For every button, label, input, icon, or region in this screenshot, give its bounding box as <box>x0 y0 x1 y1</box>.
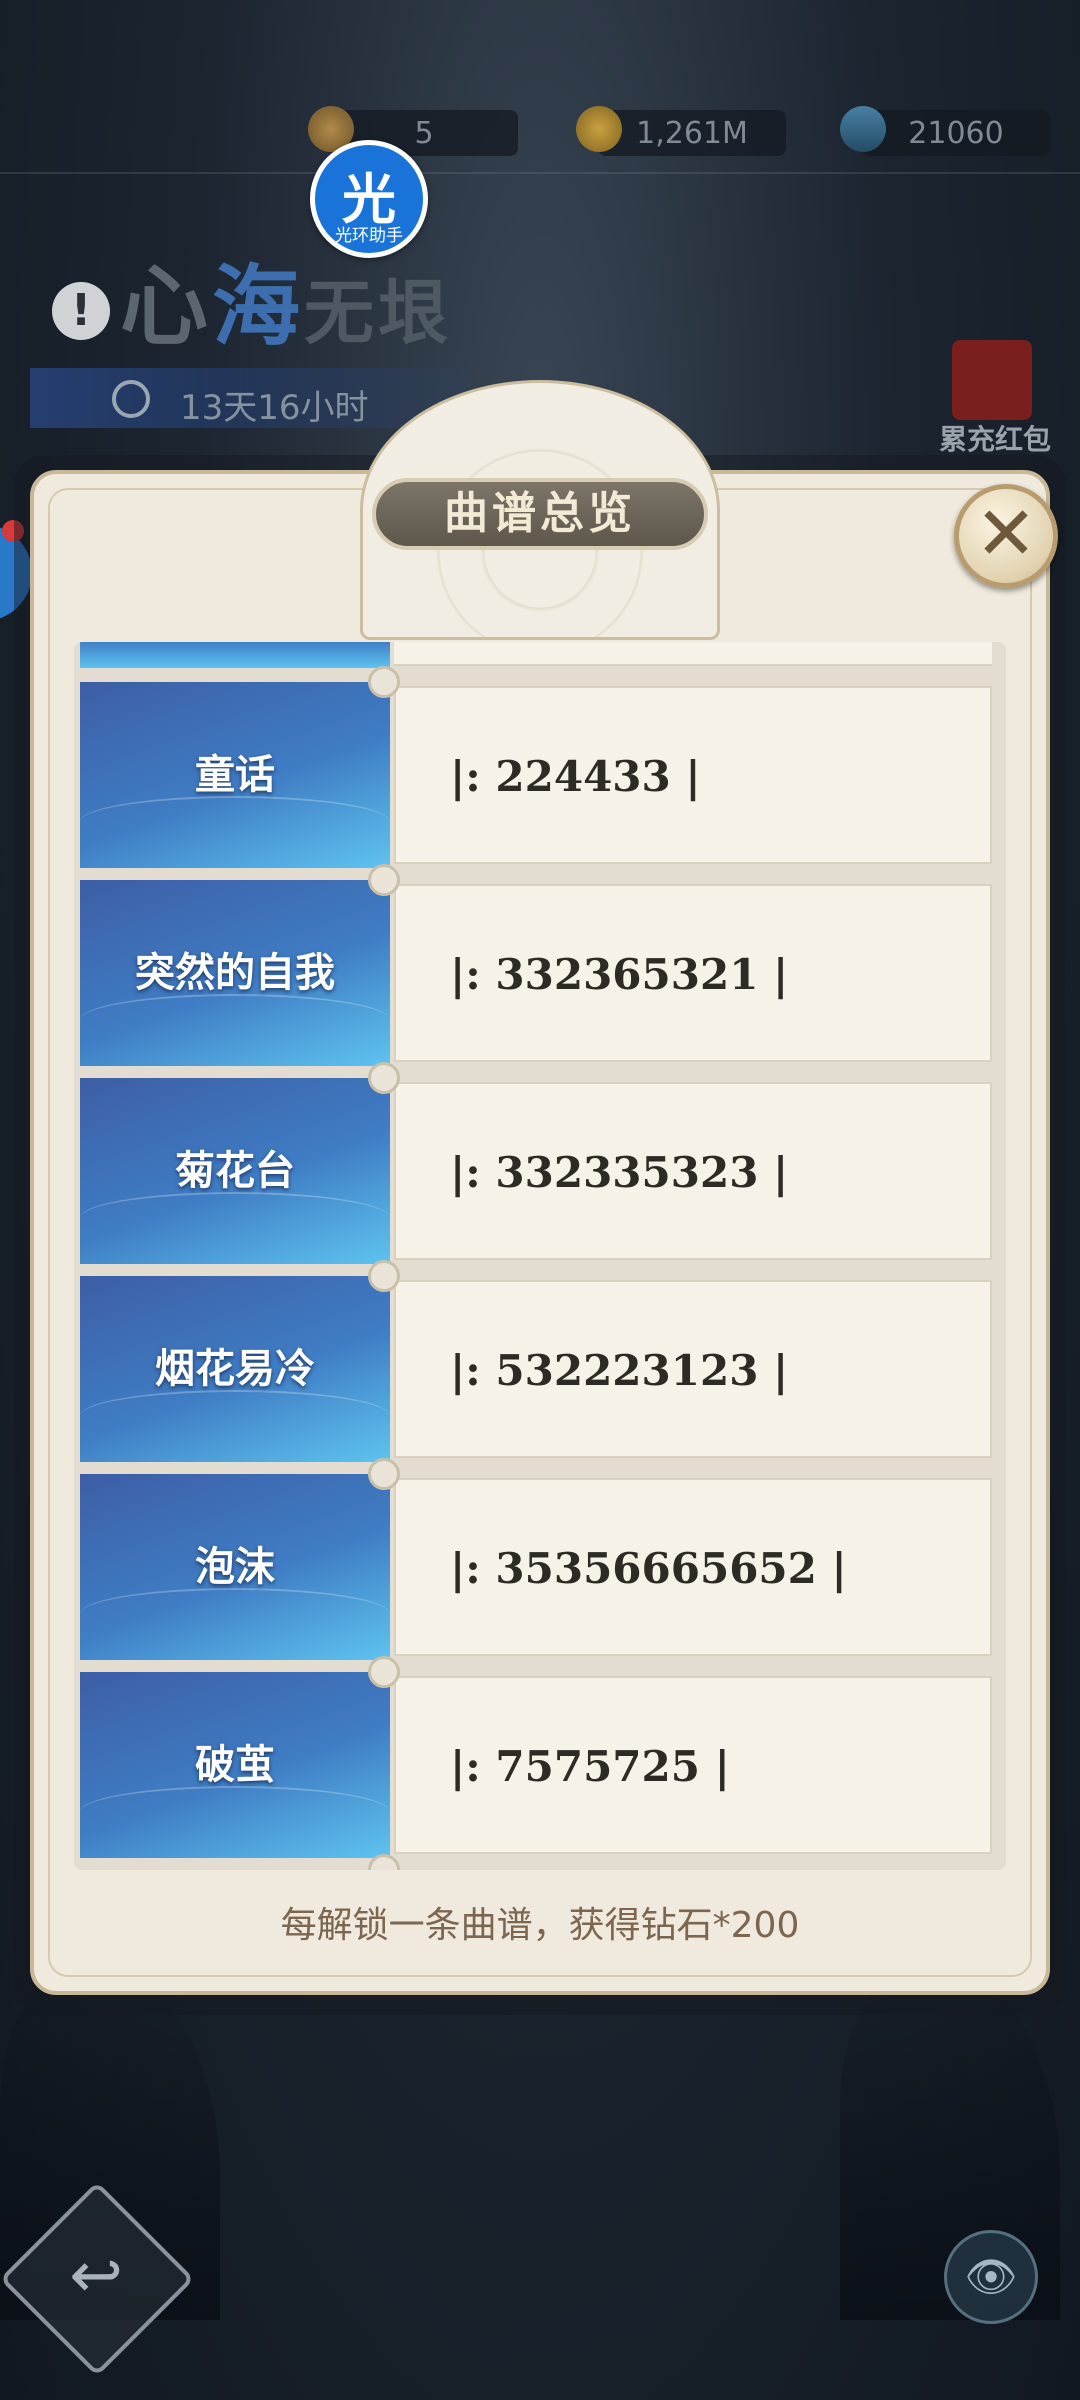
coin-icon <box>576 106 622 152</box>
song-tag: 突然的自我 <box>80 880 390 1066</box>
list-item[interactable]: 菊花台 |: 332335323 | <box>80 1078 998 1264</box>
ticket-count: 5 <box>414 115 434 151</box>
info-icon[interactable]: ! <box>52 282 110 340</box>
song-tag: 童话 <box>80 682 390 868</box>
row-connector <box>368 1260 400 1292</box>
clock-icon <box>112 380 150 418</box>
song-score-panel: |: 332365321 | <box>394 884 992 1062</box>
song-tag: 菊花台 <box>80 1078 390 1264</box>
event-title-char-2: 海 <box>212 254 305 358</box>
list-item[interactable]: 破茧 |: 7575725 | <box>80 1672 998 1858</box>
song-score-panel: |: 532223123 | <box>394 1280 992 1458</box>
song-score: |: 332365321 | <box>450 950 789 999</box>
partial-value <box>394 642 992 666</box>
diamond-icon <box>830 96 896 162</box>
modal-title: 曲谱总览 <box>372 478 708 550</box>
list-item-partial <box>80 642 998 668</box>
song-score: |: 332335323 | <box>450 1148 789 1197</box>
row-connector <box>368 1458 400 1490</box>
gem-counter: 21060 <box>830 96 1050 162</box>
eye-icon: 👁 <box>964 2252 1018 2301</box>
back-arrow-icon: ↩ <box>69 2239 123 2313</box>
helper-app-badge[interactable]: 光 光环助手 <box>310 140 428 258</box>
row-connector <box>368 1656 400 1688</box>
helper-logo-label: 光环助手 <box>335 226 403 246</box>
redpack-label: 累充红包 <box>938 423 1051 456</box>
score-list[interactable]: 童话 |: 224433 | 突然的自我 |: 332365321 | 菊花台 … <box>74 642 1006 1870</box>
partial-tag <box>80 642 390 668</box>
close-button[interactable]: ✕ <box>954 484 1058 588</box>
row-connector <box>368 666 400 698</box>
row-connector <box>368 1062 400 1094</box>
event-title: 心海无垠 <box>120 236 452 363</box>
song-score-panel: |: 224433 | <box>394 686 992 864</box>
song-score: |: 35356665652 | <box>450 1544 847 1593</box>
close-icon: ✕ <box>974 491 1037 577</box>
list-item[interactable]: 烟花易冷 |: 532223123 | <box>80 1276 998 1462</box>
red-envelope-icon <box>952 340 1032 420</box>
list-item[interactable]: 童话 |: 224433 | <box>80 682 998 868</box>
song-score-panel: |: 7575725 | <box>394 1676 992 1854</box>
event-timer: 13天16小时 <box>30 368 470 428</box>
divider <box>0 172 1080 174</box>
song-name: 泡沫 <box>195 1543 275 1590</box>
reward-note: 每解锁一条曲谱，获得钻石*200 <box>280 1905 800 1946</box>
song-name: 破茧 <box>195 1741 275 1788</box>
song-name: 突然的自我 <box>135 949 335 996</box>
song-score: |: 224433 | <box>450 752 701 801</box>
song-tag: 破茧 <box>80 1672 390 1858</box>
row-connector <box>368 864 400 896</box>
gem-count: 21060 <box>908 115 1004 151</box>
song-name: 菊花台 <box>175 1147 295 1194</box>
resource-bar: 5 1,261M 21060 <box>0 96 1080 176</box>
song-score-panel: |: 35356665652 | <box>394 1478 992 1656</box>
coin-count: 1,261M <box>636 115 748 151</box>
song-score-panel: |: 332335323 | <box>394 1082 992 1260</box>
song-score: |: 7575725 | <box>450 1742 730 1791</box>
view-toggle-button[interactable]: 👁 <box>944 2230 1038 2324</box>
song-score: |: 532223123 | <box>450 1346 789 1395</box>
song-name: 童话 <box>195 751 275 798</box>
song-name: 烟花易冷 <box>155 1345 315 1392</box>
list-item[interactable]: 突然的自我 |: 332365321 | <box>80 880 998 1066</box>
coin-counter: 1,261M <box>576 106 786 156</box>
event-title-char-3: 无垠 <box>304 271 453 354</box>
cumulative-recharge-redpack[interactable]: 累充红包 <box>930 340 1060 470</box>
song-tag: 烟花易冷 <box>80 1276 390 1462</box>
event-title-char-1: 心 <box>120 254 213 358</box>
song-tag: 泡沫 <box>80 1474 390 1660</box>
list-item[interactable]: 泡沫 |: 35356665652 | <box>80 1474 998 1660</box>
